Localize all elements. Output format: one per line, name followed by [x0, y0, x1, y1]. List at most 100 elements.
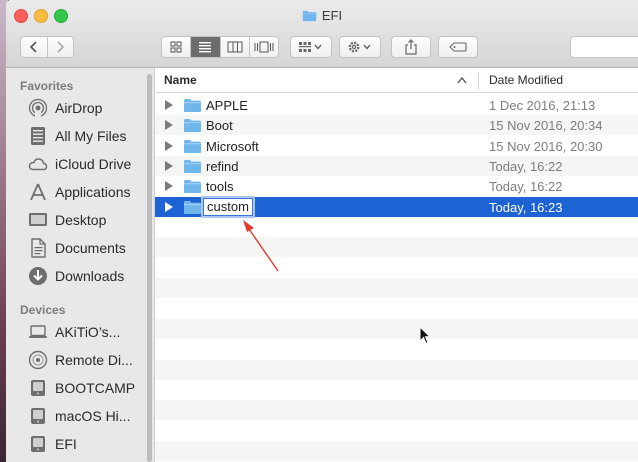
cover-flow-button[interactable] — [250, 37, 278, 57]
share-icon — [405, 39, 417, 55]
file-date-modified: 15 Nov 2016, 20:30 — [489, 138, 603, 154]
disclosure-triangle-icon[interactable] — [165, 161, 173, 172]
sidebar-item-applications[interactable]: Applications — [28, 179, 146, 205]
sidebar-item-label: macOS Hi... — [55, 408, 131, 424]
sidebar-item-label: Applications — [55, 184, 131, 200]
forward-button[interactable] — [48, 37, 74, 57]
empty-row — [155, 440, 638, 461]
sidebar-item-all-my-files[interactable]: All My Files — [28, 123, 146, 149]
back-button[interactable] — [21, 37, 48, 57]
disclosure-triangle-icon[interactable] — [165, 140, 173, 151]
disclosure-triangle-icon[interactable] — [165, 100, 173, 110]
disclosure-triangle-icon[interactable] — [165, 120, 173, 131]
sidebar-item-akitio[interactable]: AKiTiO’s... — [28, 319, 146, 345]
drive-icon — [28, 406, 48, 426]
file-row[interactable]: Microsoft 15 Nov 2016, 20:30 — [155, 136, 638, 156]
date-modified-column-header[interactable]: Date Modified — [489, 73, 563, 87]
file-date-modified: Today, 16:23 — [489, 199, 563, 215]
share-button[interactable] — [391, 36, 431, 58]
action-button[interactable] — [339, 36, 381, 58]
applications-icon — [28, 182, 48, 202]
search-field[interactable] — [570, 36, 638, 58]
empty-row — [155, 278, 638, 299]
file-list: Name Date Modified APPLE 1 Dec 2016, 21:1… — [155, 68, 638, 462]
file-row[interactable]: tools Today, 16:22 — [155, 176, 638, 196]
back-forward-control — [20, 36, 74, 58]
file-name: Boot — [206, 118, 233, 134]
sidebar-item-desktop[interactable]: Desktop — [28, 207, 146, 233]
gear-icon — [348, 41, 371, 53]
tag-icon — [449, 42, 467, 52]
file-name: APPLE — [206, 98, 248, 113]
chevron-right-icon — [57, 41, 65, 53]
column-divider[interactable] — [478, 72, 479, 89]
file-date-modified: Today, 16:22 — [489, 159, 563, 175]
sidebar-item-label: Documents — [55, 240, 126, 256]
column-header: Name Date Modified — [155, 68, 638, 93]
sidebar-item-macos[interactable]: macOS Hi... — [28, 403, 146, 429]
empty-row — [155, 339, 638, 359]
sidebar-item-airdrop[interactable]: AirDrop — [28, 95, 146, 121]
window-title: EFI — [6, 8, 638, 23]
sidebar-item-remote-disc[interactable]: Remote Di... — [28, 347, 146, 373]
file-date-modified: Today, 16:22 — [489, 179, 563, 195]
file-row[interactable]: refind Today, 16:22 — [155, 156, 638, 177]
sidebar-item-label: Desktop — [55, 212, 107, 228]
sidebar-item-label: EFI — [55, 436, 77, 452]
sidebar-item-efi[interactable]: EFI — [28, 431, 146, 457]
desktop-icon — [28, 210, 48, 230]
sidebar-item-label: Remote Di... — [55, 352, 133, 368]
arrange-icon — [299, 42, 322, 52]
file-row[interactable]: custom Today, 16:23 — [155, 196, 638, 217]
view-mode-control — [161, 36, 279, 58]
folder-icon — [184, 119, 201, 133]
icloud-icon — [28, 154, 48, 174]
empty-row — [155, 258, 638, 278]
airdrop-icon — [28, 98, 48, 118]
grid-icon — [170, 41, 182, 53]
empty-row — [155, 421, 638, 441]
folder-icon — [184, 180, 201, 194]
empty-row — [155, 380, 638, 400]
sidebar-item-icloud-drive[interactable]: iCloud Drive — [28, 151, 146, 177]
file-row[interactable]: APPLE 1 Dec 2016, 21:13 — [155, 95, 638, 115]
file-name: refind — [206, 159, 239, 175]
cover-flow-icon — [254, 41, 274, 53]
file-row[interactable]: Boot 15 Nov 2016, 20:34 — [155, 115, 638, 136]
folder-icon — [184, 200, 201, 214]
chevron-left-icon — [29, 41, 37, 53]
file-date-modified: 1 Dec 2016, 21:13 — [489, 98, 596, 113]
sidebar-item-documents[interactable]: Documents — [28, 235, 146, 261]
arrange-button[interactable] — [290, 36, 332, 58]
list-icon — [199, 42, 212, 53]
sidebar-item-bootcamp[interactable]: BOOTCAMP — [28, 375, 146, 401]
sidebar-item-label: AirDrop — [55, 100, 103, 116]
tags-button[interactable] — [438, 36, 478, 58]
rename-input[interactable]: custom — [203, 197, 253, 216]
empty-row — [155, 318, 638, 339]
empty-row — [155, 400, 638, 421]
devices-heading: Devices — [20, 303, 66, 317]
sidebar-item-label: iCloud Drive — [55, 156, 132, 172]
sidebar-item-downloads[interactable]: Downloads — [28, 263, 146, 289]
disclosure-triangle-icon[interactable] — [165, 201, 173, 212]
drive-icon — [28, 378, 48, 398]
list-view-button[interactable] — [191, 37, 221, 57]
disclosure-triangle-icon[interactable] — [165, 181, 173, 192]
folder-icon — [302, 10, 317, 22]
name-column-header[interactable]: Name — [164, 73, 197, 87]
sidebar-scrollbar[interactable] — [146, 68, 153, 462]
file-name: Microsoft — [206, 138, 259, 154]
icon-view-button[interactable] — [162, 37, 192, 57]
window-title-text: EFI — [321, 8, 343, 23]
column-view-button[interactable] — [221, 37, 250, 57]
folder-icon — [184, 99, 201, 112]
sort-ascending-icon — [457, 76, 467, 84]
empty-row — [155, 359, 638, 380]
sidebar-item-label: AKiTiO’s... — [55, 324, 121, 340]
sidebar-scroll-thumb[interactable] — [147, 74, 152, 462]
favorites-heading: Favorites — [20, 79, 74, 93]
documents-icon — [28, 238, 48, 258]
sidebar-item-label: BOOTCAMP — [55, 380, 136, 396]
titlebar: EFI — [6, 0, 638, 68]
